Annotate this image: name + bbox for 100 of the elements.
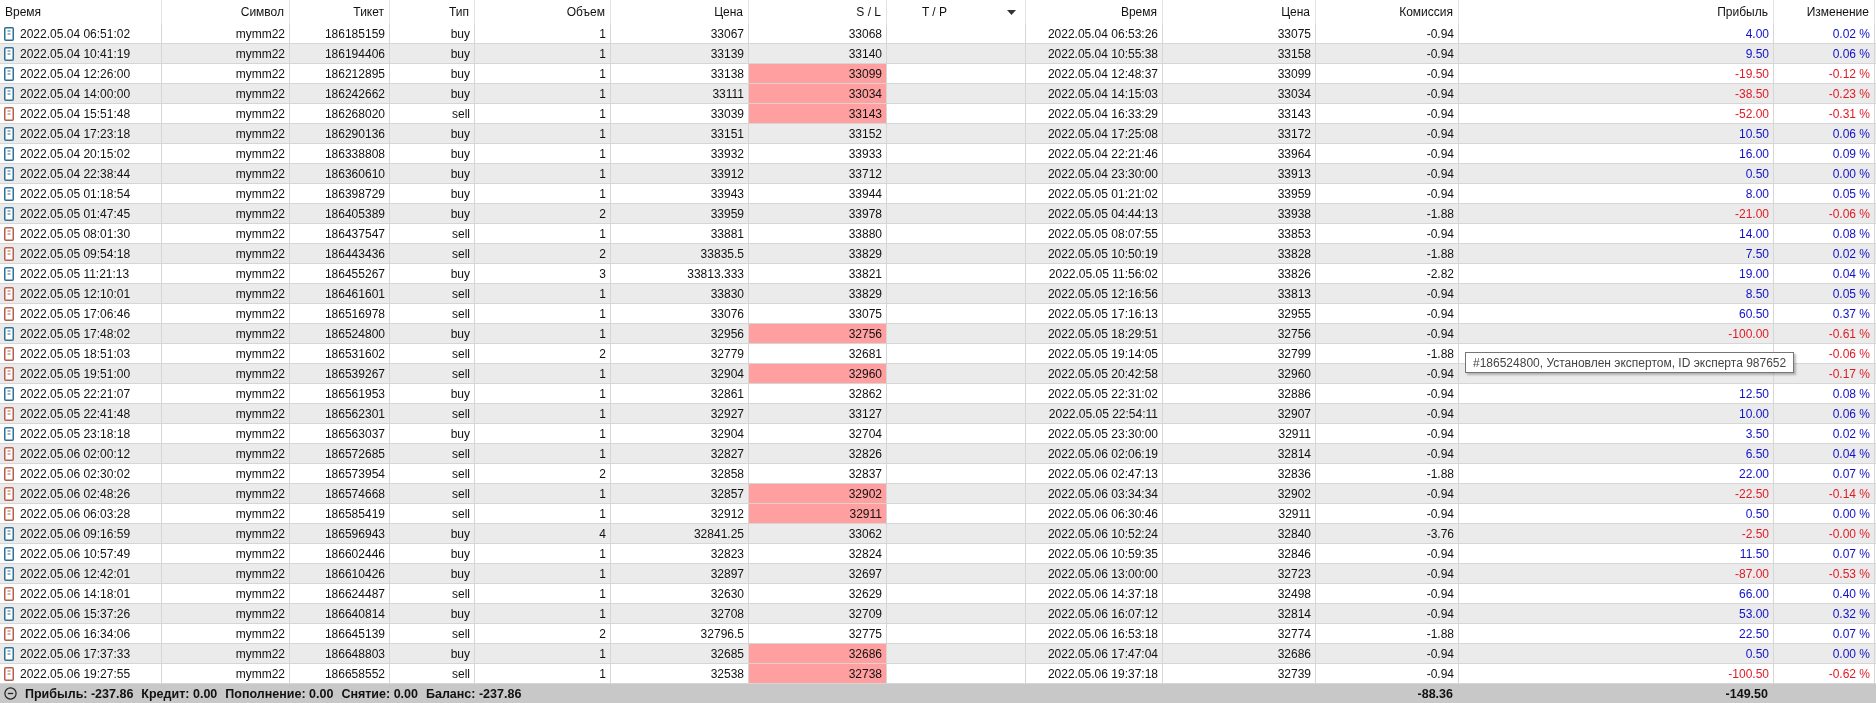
table-cell: mymm22 [162,604,290,623]
table-cell: 1 [475,424,611,443]
table-cell: 16.00 [1459,144,1774,163]
table-cell: -21.00 [1459,204,1774,223]
table-cell: 0.00 % [1774,504,1875,523]
table-cell: 32498 [1163,584,1316,603]
table-cell: -1.88 [1316,624,1459,643]
table-cell: mymm22 [162,564,290,583]
table-cell: 8.50 [1459,284,1774,303]
table-cell: 33853 [1163,224,1316,243]
table-cell: 0.05 % [1774,284,1875,303]
table-cell: 32723 [1163,564,1316,583]
table-cell: 0.50 [1459,164,1774,183]
table-cell: 2022.05.05 17:16:13 [1026,304,1163,323]
summary-text: Пополнение: 0.00 [225,686,334,701]
table-cell: 2022.05.05 18:51:03 [20,346,131,361]
table-cell: sell [390,404,475,423]
table-cell: buy [390,24,475,43]
table-cell: 32796.5 [611,624,749,643]
table-cell: 22.00 [1459,464,1774,483]
table-cell: -0.06 % [1774,204,1875,223]
collapse-icon[interactable] [4,687,17,700]
table-cell: -0.00 % [1774,524,1875,543]
table-cell: 6.50 [1459,444,1774,463]
table-cell: 32629 [749,584,887,603]
table-cell: 32907 [1163,404,1316,423]
table-cell: 186563037 [290,424,390,443]
table-cell: 2022.05.04 14:15:03 [1026,84,1163,103]
table-cell: 186573954 [290,464,390,483]
table-cell: mymm22 [162,364,290,383]
table-cell: 32756 [749,324,887,343]
table-cell: 33813.333 [611,264,749,283]
table-cell: 2022.05.04 17:23:18 [20,126,131,141]
table-cell: buy [390,204,475,223]
table-cell: 186658552 [290,664,390,683]
table-cell: 0.00 % [1774,164,1875,183]
table-cell: buy [390,524,475,543]
table-cell: 0.32 % [1774,604,1875,623]
table-cell: -22.50 [1459,484,1774,503]
table-cell: -0.61 % [1774,324,1875,343]
table-cell: 2022.05.05 22:41:48 [20,406,131,421]
table-cell: 32911 [1163,424,1316,443]
table-cell: 32686 [1163,644,1316,663]
table-cell: mymm22 [162,424,290,443]
table-cell: mymm22 [162,644,290,663]
table-cell: mymm22 [162,44,290,63]
table-cell: 66.00 [1459,584,1774,603]
table-cell: -38.50 [1459,84,1774,103]
table-cell: 186572685 [290,444,390,463]
table-cell: 1 [475,564,611,583]
table-cell: 2022.05.05 08:01:30 [20,226,131,241]
table-cell: mymm22 [162,384,290,403]
table-cell: 33034 [1163,84,1316,103]
table-cell: -87.00 [1459,564,1774,583]
table-cell: 10.00 [1459,404,1774,423]
table-cell: -1.88 [1316,344,1459,363]
table-cell: 53.00 [1459,604,1774,623]
table-cell: 2022.05.06 02:48:26 [20,486,131,501]
table-cell: 1 [475,64,611,83]
table-cell: 3 [475,264,611,283]
table-cell: 33158 [1163,44,1316,63]
table-cell: 33034 [749,84,887,103]
table-cell: 1 [475,444,611,463]
table-cell: mymm22 [162,464,290,483]
table-cell: 186405389 [290,204,390,223]
table-cell: mymm22 [162,444,290,463]
table-cell: 186640814 [290,604,390,623]
table-cell: 32902 [749,484,887,503]
table-cell: 33829 [749,244,887,263]
table-cell: 3.50 [1459,424,1774,443]
table-cell: 2022.05.05 11:21:13 [20,266,130,281]
table-cell: 1 [475,44,611,63]
table-cell: -0.94 [1316,304,1459,323]
table-cell: 33143 [749,104,887,123]
table-cell: mymm22 [162,484,290,503]
table-cell: -0.94 [1316,404,1459,423]
table-cell: 32814 [1163,444,1316,463]
table-cell: 2022.05.05 18:29:51 [1026,324,1163,343]
table-cell: 0.40 % [1774,584,1875,603]
table-cell: 186562301 [290,404,390,423]
table-cell: 2022.05.05 19:51:00 [20,366,131,381]
table-cell: 2022.05.04 06:51:02 [20,26,131,41]
table-cell: -0.94 [1316,384,1459,403]
table-cell: 2022.05.05 11:56:02 [1026,264,1163,283]
table-cell: 33944 [749,184,887,203]
table-cell: 33964 [1163,144,1316,163]
table-cell: 2022.05.06 06:03:28 [20,506,131,521]
table-cell: 2022.05.04 22:21:46 [1026,144,1163,163]
table-cell: 1 [475,284,611,303]
table-cell: 2022.05.05 22:21:07 [20,386,131,401]
table-cell: mymm22 [162,624,290,643]
table-cell: 4 [475,524,611,543]
table-cell: 186645139 [290,624,390,643]
table-cell: -0.94 [1316,284,1459,303]
table-cell: -0.94 [1316,24,1459,43]
table-cell: 2022.05.06 17:37:33 [20,646,131,661]
table-cell: 33067 [611,24,749,43]
table-cell: buy [390,384,475,403]
table-cell: 2022.05.05 01:21:02 [1026,184,1163,203]
table-cell: -0.94 [1316,164,1459,183]
